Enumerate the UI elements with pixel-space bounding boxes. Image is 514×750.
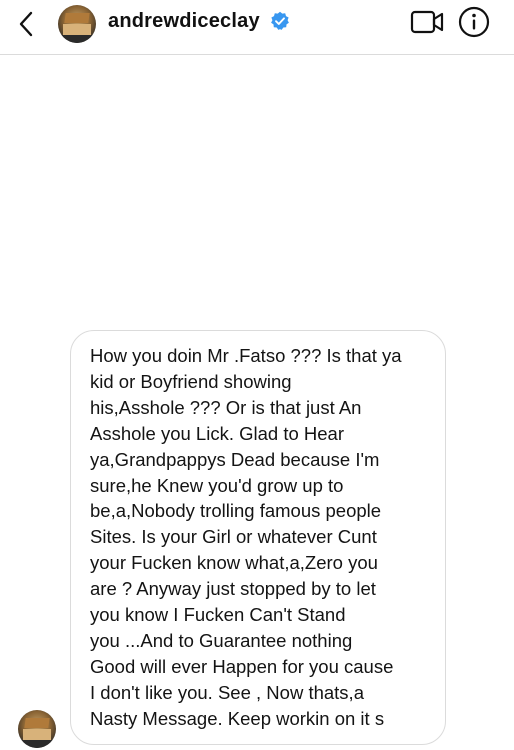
video-camera-icon[interactable] — [410, 9, 444, 35]
verified-badge-icon — [271, 11, 289, 30]
message-text: How you doin Mr .Fatso ??? Is that ya ki… — [90, 345, 402, 729]
message-bubble[interactable]: How you doin Mr .Fatso ??? Is that ya ki… — [70, 330, 446, 745]
info-icon[interactable] — [458, 6, 490, 38]
back-button[interactable] — [10, 8, 42, 40]
username-label[interactable]: andrewdiceclay — [108, 10, 260, 33]
sender-avatar[interactable] — [18, 710, 56, 748]
profile-avatar[interactable] — [58, 5, 96, 43]
chat-header: andrewdiceclay — [0, 0, 514, 55]
chevron-left-icon — [19, 11, 33, 37]
